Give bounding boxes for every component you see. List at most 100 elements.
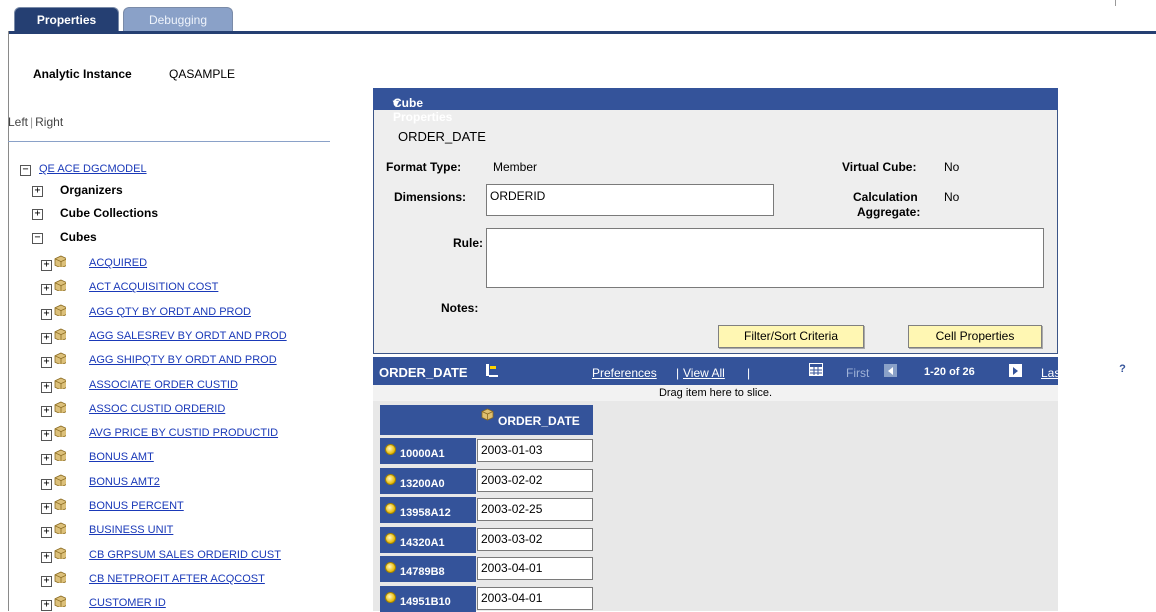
- tree-cube-link[interactable]: BONUS AMT2: [89, 476, 160, 488]
- grid-cell[interactable]: 2003-02-02: [477, 468, 593, 492]
- member-icon: [385, 444, 396, 455]
- pivot-corner: [380, 405, 477, 435]
- cell-properties-button[interactable]: Cell Properties: [908, 325, 1042, 348]
- header-separator-2: |: [747, 366, 751, 380]
- side-toggle: Left | Right: [8, 115, 63, 129]
- cube-icon: [54, 449, 66, 462]
- row-header[interactable]: 13200A0: [380, 467, 476, 494]
- tree-cube-link[interactable]: ASSOCIATE ORDER CUSTID: [89, 379, 238, 391]
- last-link[interactable]: Last: [1041, 366, 1064, 380]
- expand-cube-icon[interactable]: +: [41, 260, 52, 271]
- left-link[interactable]: Left: [8, 115, 28, 129]
- member-icon: [385, 473, 396, 485]
- preferences-link[interactable]: Preferences: [592, 366, 657, 380]
- expand-cube-icon[interactable]: +: [41, 600, 52, 612]
- tree-cube-link[interactable]: AVG PRICE BY CUSTID PRODUCTID: [89, 427, 278, 439]
- cube-icon: [54, 522, 66, 535]
- help-icon[interactable]: ?: [1116, 363, 1129, 376]
- next-page-icon[interactable]: [1009, 364, 1022, 377]
- aggregate-label: Aggregate:: [857, 205, 921, 219]
- cube-properties-header[interactable]: ▾ Cube Properties: [373, 88, 1058, 124]
- tree-cube-collections[interactable]: Cube Collections: [60, 206, 158, 220]
- row-header-label: 14951B10: [400, 595, 451, 608]
- tree-cube-link[interactable]: CB NETPROFIT AFTER ACQCOST: [89, 573, 265, 585]
- row-header-label: 14789B8: [400, 566, 445, 578]
- grid-cell[interactable]: 2003-02-25: [477, 498, 593, 521]
- view-all-link[interactable]: View All: [683, 366, 725, 380]
- rule-textarea[interactable]: [486, 228, 1044, 288]
- cube-icon: [54, 304, 66, 316]
- tree-cube-link[interactable]: ASSOC CUSTID ORDERID: [89, 403, 225, 415]
- row-header-label: 13958A12: [400, 507, 451, 519]
- member-icon: [385, 562, 396, 573]
- grid-cell[interactable]: 2003-03-02: [477, 527, 593, 551]
- collapse-cubes-icon[interactable]: −: [32, 233, 43, 244]
- prev-page-icon[interactable]: [884, 364, 897, 377]
- slice-drop-zone[interactable]: Drag item here to slice.: [373, 385, 1058, 401]
- tab-bar: Properties Debugging: [0, 0, 1156, 34]
- row-header-label: 14320A1: [400, 536, 445, 549]
- expand-cube-icon[interactable]: +: [41, 575, 52, 587]
- column-header-order-date[interactable]: ORDER_DATE: [477, 405, 593, 435]
- column-header-label: ORDER_DATE: [498, 414, 580, 428]
- grid-header: ORDER_DATE Preferences | View All | Firs…: [373, 357, 1064, 385]
- side-separator: |: [30, 115, 34, 129]
- expand-cube-icon[interactable]: +: [41, 357, 52, 369]
- expand-cube-icon[interactable]: +: [41, 332, 52, 344]
- expand-cube-icon[interactable]: +: [41, 308, 52, 320]
- tree-root-link[interactable]: QE ACE DGCMODEL: [39, 163, 147, 175]
- tree-cube-link[interactable]: ACQUIRED: [89, 257, 147, 269]
- tree-cubes[interactable]: Cubes: [60, 230, 97, 244]
- tree-cube-link[interactable]: AGG QTY BY ORDT AND PROD: [89, 306, 251, 318]
- dimensions-field[interactable]: ORDERID: [486, 184, 774, 216]
- expand-cube-icon[interactable]: +: [41, 381, 52, 393]
- cube-icon: [54, 425, 66, 438]
- virtual-cube-label: Virtual Cube:: [842, 160, 917, 174]
- tree-organizers[interactable]: Organizers: [60, 183, 123, 197]
- pivot-drag-icon[interactable]: [485, 363, 499, 379]
- tree-cube-link[interactable]: BONUS AMT: [89, 451, 154, 463]
- expand-organizers-icon[interactable]: +: [32, 186, 43, 197]
- row-header[interactable]: 14320A1: [380, 526, 476, 553]
- expand-cube-icon[interactable]: +: [41, 430, 52, 442]
- row-header-label: 10000A1: [400, 448, 445, 460]
- tree-cube-link[interactable]: BONUS PERCENT: [89, 500, 184, 512]
- tree-cube-link[interactable]: BUSINESS UNIT: [89, 524, 173, 536]
- rule-label: Rule:: [453, 236, 483, 250]
- expand-cube-icon[interactable]: +: [41, 551, 52, 563]
- tree-cube-link[interactable]: CB GRPSUM SALES ORDERID CUST: [89, 549, 281, 561]
- cube-icon: [54, 595, 66, 608]
- expand-cube-icon[interactable]: +: [41, 478, 52, 490]
- tree-cube-link[interactable]: CUSTOMER ID: [89, 597, 166, 609]
- right-link[interactable]: Right: [35, 115, 63, 129]
- tree-cube-link[interactable]: AGG SHIPQTY BY ORDT AND PROD: [89, 354, 277, 366]
- format-type-label: Format Type:: [386, 160, 462, 174]
- grid-cell[interactable]: 2003-04-01: [477, 586, 593, 610]
- row-header[interactable]: 14789B8: [380, 556, 476, 582]
- row-header[interactable]: 14951B10: [380, 585, 476, 612]
- first-label: First: [846, 366, 870, 380]
- cube-icon: [481, 408, 494, 421]
- tab-properties[interactable]: Properties: [14, 7, 119, 32]
- expand-cube-icon[interactable]: +: [41, 284, 52, 296]
- expand-cube-icon[interactable]: +: [41, 527, 52, 539]
- expand-cube-collections-icon[interactable]: +: [32, 209, 43, 220]
- tree-cube-link[interactable]: ACT ACQUISITION COST: [89, 281, 218, 293]
- member-icon: [385, 503, 396, 514]
- expand-cube-icon[interactable]: +: [41, 454, 52, 466]
- row-header[interactable]: 10000A1: [380, 438, 476, 464]
- expand-cube-icon[interactable]: +: [41, 503, 52, 514]
- filter-sort-criteria-button[interactable]: Filter/Sort Criteria: [718, 325, 864, 348]
- spreadsheet-icon[interactable]: [809, 363, 823, 376]
- expand-cube-icon[interactable]: +: [41, 405, 52, 417]
- collapse-root-icon[interactable]: −: [20, 165, 31, 176]
- virtual-cube-value: No: [944, 160, 960, 174]
- cube-icon: [54, 498, 66, 510]
- row-header[interactable]: 13958A12: [380, 497, 476, 523]
- cube-icon: [54, 571, 66, 583]
- member-icon: [385, 532, 396, 544]
- tree-cube-link[interactable]: AGG SALESREV BY ORDT AND PROD: [89, 330, 287, 342]
- tab-debugging[interactable]: Debugging: [123, 7, 233, 32]
- grid-cell[interactable]: 2003-04-01: [477, 557, 593, 580]
- grid-cell[interactable]: 2003-01-03: [477, 439, 593, 462]
